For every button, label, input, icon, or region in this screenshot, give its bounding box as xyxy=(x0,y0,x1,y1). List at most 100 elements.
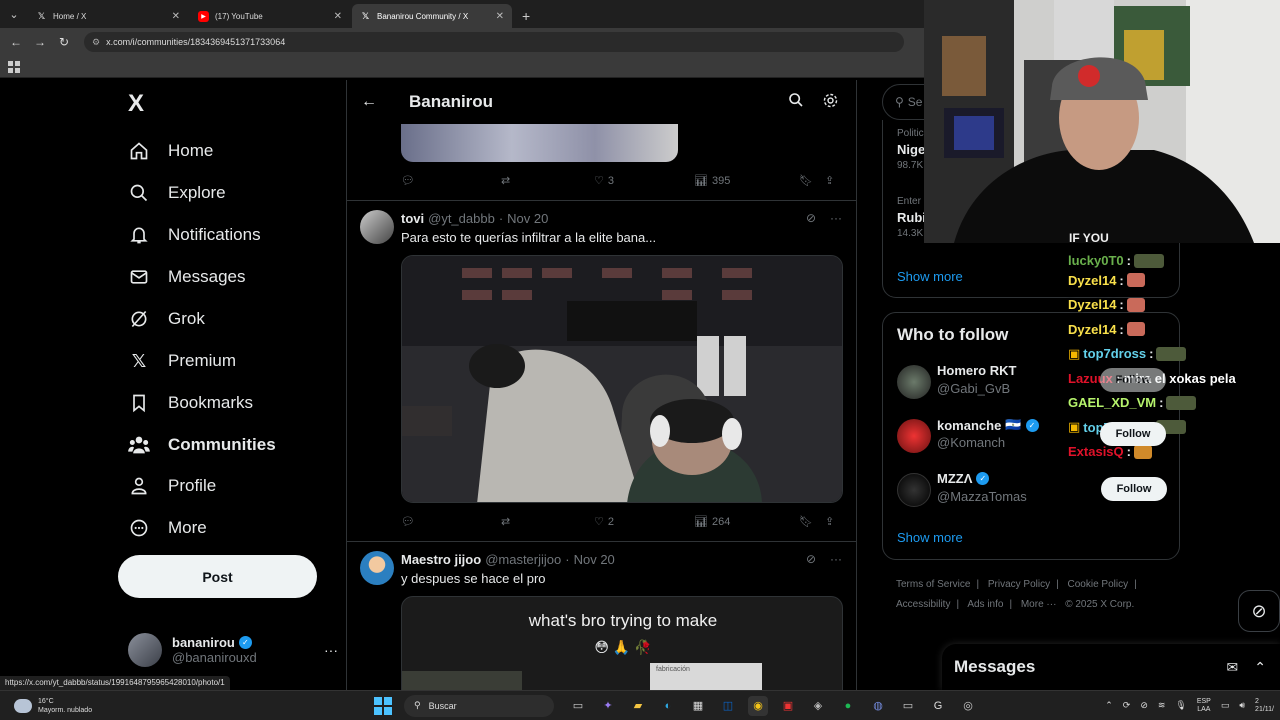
previous-post-media[interactable] xyxy=(401,124,678,162)
more-dots-icon[interactable]: ··· xyxy=(324,642,338,658)
steam-icon[interactable]: ◈ xyxy=(808,696,828,716)
like-button[interactable]: ♡ 2 xyxy=(594,515,694,529)
post-date[interactable]: Nov 20 xyxy=(574,552,615,567)
mic-icon[interactable]: 🎙︎ xyxy=(1175,700,1186,711)
nav-premium[interactable]: 𝕏 Premium xyxy=(128,350,236,372)
apps-grid-icon[interactable] xyxy=(8,61,20,73)
discord-icon[interactable]: ◍ xyxy=(868,696,888,716)
start-button[interactable] xyxy=(374,696,392,715)
trend-item[interactable]: Politic Nige 98.7K xyxy=(897,128,925,171)
spotify-icon[interactable]: ● xyxy=(838,696,858,716)
close-icon[interactable]: ✕ xyxy=(334,11,342,22)
reload-icon[interactable]: ↻ xyxy=(52,35,76,49)
trend-item[interactable]: Enter Rubi 14.3K xyxy=(897,196,926,239)
volume-icon[interactable]: 🔊︎ xyxy=(1239,700,1245,711)
repost-icon[interactable]: ⇄ xyxy=(501,515,594,528)
nav-grok[interactable]: Grok xyxy=(128,308,205,330)
outlook-icon[interactable]: ◫ xyxy=(718,696,738,716)
tab-home[interactable]: 𝕏 Home / X ✕ xyxy=(28,4,188,28)
author-name[interactable]: Maestro jijoo xyxy=(401,552,481,567)
post-date[interactable]: Nov 20 xyxy=(507,211,548,226)
folder-icon[interactable]: ▰ xyxy=(628,696,648,716)
views-button[interactable]: 📊︎ 264 xyxy=(694,515,799,529)
repost-icon[interactable]: ⇄ xyxy=(501,174,594,187)
copilot-icon[interactable]: ✦ xyxy=(598,696,618,716)
bookmark-icon[interactable]: 🔖︎ xyxy=(799,515,825,528)
follow-button[interactable]: Follow xyxy=(1100,422,1166,446)
task-view-icon[interactable]: ▭ xyxy=(568,696,588,716)
footer-link[interactable]: Accessibility xyxy=(896,599,950,610)
account-switcher[interactable]: bananirou ✓ @bananirouxd ··· xyxy=(128,630,338,670)
new-message-icon[interactable]: ✉ xyxy=(1227,659,1239,676)
show-more-link[interactable]: Show more xyxy=(897,530,963,545)
grok-icon[interactable]: ⊘ xyxy=(806,211,816,225)
nav-messages[interactable]: Messages xyxy=(128,266,245,288)
close-icon[interactable]: ✕ xyxy=(172,11,180,22)
tab-list-icon[interactable]: ⌄ xyxy=(0,0,28,28)
chrome-icon[interactable]: ◉ xyxy=(748,695,768,716)
footer-link[interactable]: Cookie Policy xyxy=(1068,579,1129,590)
bookmark-icon[interactable]: 🔖︎ xyxy=(799,174,825,187)
nav-more[interactable]: More xyxy=(128,517,207,539)
nav-profile[interactable]: Profile xyxy=(128,475,216,497)
x-logo-icon[interactable]: X xyxy=(128,90,144,118)
author-handle[interactable]: @masterjijoo xyxy=(485,552,561,567)
gear-icon[interactable] xyxy=(822,92,839,113)
clock[interactable]: 2 21/11/ xyxy=(1255,698,1274,714)
search-icon[interactable] xyxy=(788,92,804,113)
post-media[interactable]: what's bro trying to make 😳 🙏 🥀 fabricac… xyxy=(401,596,843,690)
weather-widget[interactable]: 16°C Mayorm. nublado xyxy=(14,697,354,715)
nav-notifications[interactable]: Notifications xyxy=(128,224,261,246)
network-icon[interactable]: ▭ xyxy=(1221,700,1230,711)
nav-communities[interactable]: Communities xyxy=(128,434,276,456)
store-icon[interactable]: ▦ xyxy=(688,696,708,716)
back-arrow-icon[interactable]: ← xyxy=(361,93,381,111)
back-icon[interactable]: ← xyxy=(4,35,28,49)
app-icon[interactable]: G xyxy=(928,696,948,716)
reply-icon[interactable]: 💬︎ xyxy=(401,515,501,528)
new-tab-button[interactable]: + xyxy=(514,4,538,28)
author-handle[interactable]: @yt_dabbb xyxy=(428,211,495,226)
follow-suggestion[interactable]: MZZΛ ✓ @MazzaTomas Follow xyxy=(897,471,1167,511)
post-button[interactable]: Post xyxy=(118,555,317,598)
obs-icon[interactable]: ◎ xyxy=(958,696,978,716)
tab-community[interactable]: 𝕏 Bananirou Community / X ✕ xyxy=(352,4,512,28)
post-media[interactable] xyxy=(401,255,843,503)
like-button[interactable]: ♡ 3 xyxy=(594,174,694,188)
url-bar[interactable]: ⚙ x.com/i/communities/183436945137173306… xyxy=(84,32,904,52)
monitor-icon[interactable]: ▭ xyxy=(898,696,918,716)
expand-icon[interactable]: ⌃ xyxy=(1254,659,1266,676)
follow-button[interactable]: Follow xyxy=(1100,368,1166,392)
more-dots-icon[interactable]: ··· xyxy=(830,211,842,225)
site-info-icon[interactable]: ⚙ xyxy=(92,37,100,48)
edge-icon[interactable]: ◐ xyxy=(658,696,678,716)
avatar[interactable] xyxy=(360,210,394,244)
chevron-up-icon[interactable]: ⌃ xyxy=(1105,700,1113,711)
taskbar-search[interactable]: ⚲ Buscar xyxy=(404,694,554,717)
nav-bookmarks[interactable]: Bookmarks xyxy=(128,392,253,414)
language-indicator[interactable]: ESP LAA xyxy=(1197,698,1211,714)
nav-home[interactable]: Home xyxy=(128,140,213,162)
grok-button[interactable]: ⊘ xyxy=(1238,590,1280,632)
forward-icon[interactable]: → xyxy=(28,35,52,49)
show-more-link[interactable]: Show more xyxy=(897,269,963,284)
grok-icon[interactable]: ⊘ xyxy=(806,552,816,566)
share-icon[interactable]: ⇪ xyxy=(825,174,834,187)
wifi-icon[interactable]: ≋ xyxy=(1158,700,1166,711)
app-tray-icon[interactable]: ⊘ xyxy=(1140,700,1148,711)
views-button[interactable]: 📊︎ 395 xyxy=(694,174,799,188)
nav-explore[interactable]: Explore xyxy=(128,182,226,204)
follow-button[interactable]: Follow xyxy=(1101,477,1167,501)
author-name[interactable]: tovi xyxy=(401,211,424,226)
close-icon[interactable]: ✕ xyxy=(496,11,504,22)
avatar[interactable] xyxy=(360,551,394,585)
footer-link[interactable]: Ads info xyxy=(967,599,1003,610)
calendar-icon[interactable]: ▣ xyxy=(778,696,798,716)
footer-link[interactable]: Terms of Service xyxy=(896,579,970,590)
footer-link[interactable]: More ··· xyxy=(1021,599,1057,610)
share-icon[interactable]: ⇪ xyxy=(825,515,834,528)
tab-youtube[interactable]: ▶ (17) YouTube ✕ xyxy=(190,4,350,28)
messages-drawer[interactable]: Messages ✉ ⌃ xyxy=(942,644,1280,690)
sync-icon[interactable]: ⟳ xyxy=(1123,700,1131,711)
more-dots-icon[interactable]: ··· xyxy=(830,552,842,566)
